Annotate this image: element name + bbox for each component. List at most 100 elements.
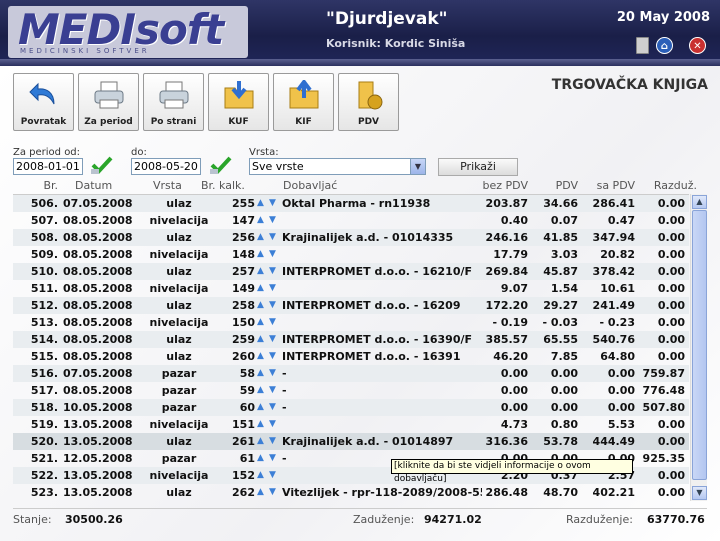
move-down-icon[interactable]: ▼ — [269, 365, 276, 382]
row-gross: - 0.23 — [599, 316, 635, 329]
table-row[interactable]: 515. 08.05.2008 ulaz 260 ▲ ▼ INTERPROMET d.o.o… — [13, 348, 689, 365]
move-down-icon[interactable]: ▼ — [269, 467, 276, 484]
print-page-button[interactable]: Po strani — [143, 73, 204, 131]
row-supplier[interactable]: - — [282, 399, 482, 416]
table-row[interactable]: 511. 08.05.2008 nivelacija 149 ▲ ▼ 9.07 1.54 10.… — [13, 280, 689, 297]
print-period-label: Za period — [84, 117, 133, 127]
row-supplier[interactable]: - — [282, 365, 482, 382]
move-down-icon[interactable]: ▼ — [269, 450, 276, 467]
print-period-button[interactable]: Za period — [78, 73, 139, 131]
move-down-icon[interactable]: ▼ — [269, 212, 276, 229]
move-up-icon[interactable]: ▲ — [257, 314, 264, 331]
table-row[interactable]: 523. 13.05.2008 ulaz 262 ▲ ▼ Vitezlijek - rpr-… — [13, 484, 689, 501]
move-up-icon[interactable]: ▲ — [257, 280, 264, 297]
move-up-icon[interactable]: ▲ — [257, 416, 264, 433]
move-down-icon[interactable]: ▼ — [269, 229, 276, 246]
row-supplier[interactable]: - — [282, 382, 482, 399]
col-pdv: PDV — [555, 179, 578, 192]
table-row[interactable]: 509. 08.05.2008 nivelacija 148 ▲ ▼ 17.79 3.03 20… — [13, 246, 689, 263]
row-number: 515. — [30, 350, 58, 363]
move-up-icon[interactable]: ▲ — [257, 365, 264, 382]
move-up-icon[interactable]: ▲ — [257, 331, 264, 348]
home-icon[interactable]: ⌂ — [656, 37, 673, 54]
row-supplier[interactable]: Vitezlijek - rpr-118-2089/2008-552 — [282, 484, 482, 501]
move-up-icon[interactable]: ▲ — [257, 229, 264, 246]
move-down-icon[interactable]: ▼ — [269, 246, 276, 263]
row-supplier[interactable]: INTERPROMET d.o.o. - 16209 — [282, 297, 482, 314]
move-down-icon[interactable]: ▼ — [269, 195, 276, 212]
kif-button[interactable]: KIF — [273, 73, 334, 131]
move-down-icon[interactable]: ▼ — [269, 433, 276, 450]
table-row[interactable]: 512. 08.05.2008 ulaz 258 ▲ ▼ INTERPROMET d.o.o… — [13, 297, 689, 314]
move-down-icon[interactable]: ▼ — [269, 331, 276, 348]
from-date-field[interactable]: 2008-01-01 — [13, 158, 83, 175]
table-row[interactable]: 517. 08.05.2008 pazar 59 ▲ ▼ - 0.00 0.00 0.00 776.… — [13, 382, 689, 399]
row-gross: 444.49 — [592, 435, 635, 448]
stanje-label: Stanje: — [13, 513, 52, 526]
table-row[interactable]: 507. 08.05.2008 nivelacija 147 ▲ ▼ 0.40 0.07 0.4… — [13, 212, 689, 229]
move-up-icon[interactable]: ▲ — [257, 433, 264, 450]
row-supplier[interactable]: INTERPROMET d.o.o. - 16210/F — [282, 263, 482, 280]
move-down-icon[interactable]: ▼ — [269, 297, 276, 314]
table-row[interactable]: 508. 08.05.2008 ulaz 256 ▲ ▼ Krajinalijek a.d.… — [13, 229, 689, 246]
table-row[interactable]: 510. 08.05.2008 ulaz 257 ▲ ▼ INTERPROMET d.o.o… — [13, 263, 689, 280]
stanje-value: 30500.26 — [65, 513, 123, 526]
checkmark-icon[interactable] — [209, 155, 233, 175]
row-vat: 1.54 — [550, 282, 578, 295]
move-up-icon[interactable]: ▲ — [257, 399, 264, 416]
move-up-icon[interactable]: ▲ — [257, 246, 264, 263]
pdv-button[interactable]: PDV — [338, 73, 399, 131]
row-calc-number: 61 — [239, 452, 255, 465]
table-row[interactable]: 513. 08.05.2008 nivelacija 150 ▲ ▼ - 0.19 - 0.0… — [13, 314, 689, 331]
move-down-icon[interactable]: ▼ — [269, 416, 276, 433]
show-button[interactable]: Prikaži — [438, 158, 518, 176]
row-razduz: 0.00 — [657, 231, 685, 244]
move-down-icon[interactable]: ▼ — [269, 280, 276, 297]
checkmark-icon[interactable] — [90, 155, 114, 175]
move-up-icon[interactable]: ▲ — [257, 450, 264, 467]
move-up-icon[interactable]: ▲ — [257, 382, 264, 399]
row-razduz: 0.00 — [657, 299, 685, 312]
table-row[interactable]: 519. 13.05.2008 nivelacija 151 ▲ ▼ 4.73 0.80 5.5… — [13, 416, 689, 433]
move-down-icon[interactable]: ▼ — [269, 314, 276, 331]
table-row[interactable]: 506. 07.05.2008 ulaz 255 ▲ ▼ Oktal Pharma - rn… — [13, 195, 689, 212]
close-icon[interactable]: ✕ — [689, 37, 706, 54]
move-up-icon[interactable]: ▲ — [257, 467, 264, 484]
row-calc-number: 149 — [232, 282, 255, 295]
to-date-field[interactable]: 2008-05-20 — [131, 158, 201, 175]
move-up-icon[interactable]: ▲ — [257, 484, 264, 501]
back-button[interactable]: Povratak — [13, 73, 74, 131]
table-row[interactable]: 516. 07.05.2008 pazar 58 ▲ ▼ - 0.00 0.00 0.00 759.… — [13, 365, 689, 382]
row-number: 509. — [30, 248, 58, 261]
scrollbar[interactable]: ▲ ▼ — [690, 194, 707, 501]
move-down-icon[interactable]: ▼ — [269, 484, 276, 501]
table-row[interactable]: 514. 08.05.2008 ulaz 259 ▲ ▼ INTERPROMET d.o.o… — [13, 331, 689, 348]
move-up-icon[interactable]: ▲ — [257, 195, 264, 212]
row-supplier[interactable]: Krajinalijek a.d. - 01014897 — [282, 433, 482, 450]
type-select[interactable]: Sve vrste ▼ — [249, 158, 426, 175]
scroll-thumb[interactable] — [692, 210, 707, 480]
move-down-icon[interactable]: ▼ — [269, 382, 276, 399]
row-calc-number: 148 — [232, 248, 255, 261]
scroll-down-icon[interactable]: ▼ — [692, 486, 707, 500]
kuf-button[interactable]: KUF — [208, 73, 269, 131]
row-vat: 45.87 — [543, 265, 578, 278]
row-supplier[interactable]: INTERPROMET d.o.o. - 16390/F — [282, 331, 482, 348]
chevron-down-icon[interactable]: ▼ — [410, 159, 425, 174]
move-up-icon[interactable]: ▲ — [257, 263, 264, 280]
row-supplier[interactable]: INTERPROMET d.o.o. - 16391 — [282, 348, 482, 365]
move-down-icon[interactable]: ▼ — [269, 348, 276, 365]
move-down-icon[interactable]: ▼ — [269, 399, 276, 416]
row-razduz: 0.00 — [657, 418, 685, 431]
row-vat: 0.80 — [550, 418, 578, 431]
move-up-icon[interactable]: ▲ — [257, 212, 264, 229]
row-supplier[interactable]: Oktal Pharma - rn11938 — [282, 195, 482, 212]
table-row[interactable]: 520. 13.05.2008 ulaz 261 ▲ ▼ Krajinalijek a.d.… — [13, 433, 689, 450]
table-row[interactable]: 518. 10.05.2008 pazar 60 ▲ ▼ - 0.00 0.00 0.00 507.… — [13, 399, 689, 416]
move-up-icon[interactable]: ▲ — [257, 348, 264, 365]
calculator-icon[interactable] — [636, 37, 649, 54]
move-down-icon[interactable]: ▼ — [269, 263, 276, 280]
scroll-up-icon[interactable]: ▲ — [692, 195, 707, 209]
move-up-icon[interactable]: ▲ — [257, 297, 264, 314]
row-supplier[interactable]: Krajinalijek a.d. - 01014335 — [282, 229, 482, 246]
